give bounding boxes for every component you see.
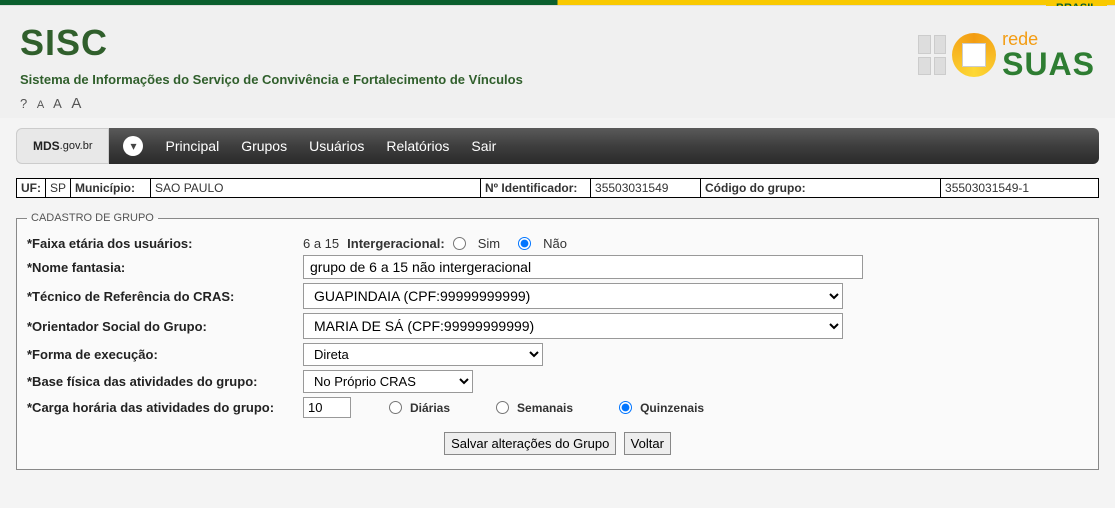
forma-execucao-label: *Forma de execução: — [27, 347, 295, 362]
nav-grupos[interactable]: Grupos — [241, 138, 287, 154]
intergeracional-sim-radio[interactable] — [453, 237, 466, 250]
freq-quinzenais-radio[interactable] — [619, 401, 632, 414]
brand-main: MDS — [33, 139, 60, 153]
font-size-controls: ? A A A — [20, 95, 1095, 112]
freq-semanais-label: Semanais — [517, 401, 573, 415]
intergeracional-label: Intergeracional: — [347, 236, 445, 251]
logo-ring-icon — [952, 33, 996, 77]
uf-label: UF: — [17, 179, 46, 198]
base-fisica-select[interactable]: No Próprio CRAS — [303, 370, 473, 393]
nome-fantasia-input[interactable] — [303, 255, 863, 279]
freq-semanais-radio[interactable] — [496, 401, 509, 414]
nav-relatorios[interactable]: Relatórios — [386, 138, 449, 154]
navbar: ▾ Principal Grupos Usuários Relatórios S… — [109, 128, 1099, 164]
uf-value: SP — [46, 179, 71, 198]
nao-label: Não — [543, 236, 567, 251]
freq-quinzenais-label: Quinzenais — [640, 401, 704, 415]
info-bar: UF: SP Município: SAO PAULO Nº Identific… — [16, 178, 1099, 198]
nav-sair[interactable]: Sair — [471, 138, 496, 154]
identificador-label: Nº Identificador: — [481, 179, 591, 198]
cadastro-grupo-fieldset: CADASTRO DE GRUPO *Faixa etária dos usuá… — [16, 212, 1099, 470]
tecnico-select[interactable]: GUAPINDAIA (CPF:99999999999) — [303, 283, 843, 309]
forma-execucao-select[interactable]: Direta — [303, 343, 543, 366]
help-icon[interactable]: ? — [20, 96, 27, 111]
carga-horaria-label: *Carga horária das atividades do grupo: — [27, 400, 295, 415]
font-medium-button[interactable]: A — [53, 96, 62, 111]
brand-tld: .gov.br — [60, 140, 93, 152]
brand-tab[interactable]: MDS.gov.br — [16, 128, 109, 164]
freq-diarias-label: Diárias — [410, 401, 450, 415]
identificador-value: 35503031549 — [591, 179, 701, 198]
nav-usuarios[interactable]: Usuários — [309, 138, 364, 154]
carga-horaria-input[interactable] — [303, 397, 351, 418]
orientador-label: *Orientador Social do Grupo: — [27, 319, 295, 334]
tecnico-label: *Técnico de Referência do CRAS: — [27, 289, 295, 304]
logo-text-suas: SUAS — [1002, 48, 1095, 80]
nome-fantasia-label: *Nome fantasia: — [27, 260, 295, 275]
content-area: UF: SP Município: SAO PAULO Nº Identific… — [0, 164, 1115, 484]
voltar-button[interactable]: Voltar — [624, 432, 671, 455]
nav-principal[interactable]: Principal — [165, 138, 219, 154]
codigo-grupo-value: 35503031549-1 — [941, 179, 1099, 198]
font-large-button[interactable]: A — [71, 95, 81, 112]
logo-rede-suas: rede SUAS — [918, 30, 1095, 80]
municipio-value: SAO PAULO — [151, 179, 481, 198]
page-header: SISC Sistema de Informações do Serviço d… — [0, 6, 1115, 118]
intergeracional-nao-radio[interactable] — [518, 237, 531, 250]
faixa-etaria-value: 6 a 15 — [303, 236, 339, 251]
chevron-down-icon[interactable]: ▾ — [123, 136, 143, 156]
faixa-etaria-label: *Faixa etária dos usuários: — [27, 236, 295, 251]
sim-label: Sim — [478, 236, 500, 251]
salvar-button[interactable]: Salvar alterações do Grupo — [444, 432, 616, 455]
orientador-select[interactable]: MARIA DE SÁ (CPF:99999999999) — [303, 313, 843, 339]
base-fisica-label: *Base física das atividades do grupo: — [27, 374, 295, 389]
fieldset-legend: CADASTRO DE GRUPO — [27, 212, 158, 224]
logo-grid-icon — [918, 35, 946, 75]
municipio-label: Município: — [71, 179, 151, 198]
codigo-grupo-label: Código do grupo: — [701, 179, 941, 198]
freq-diarias-radio[interactable] — [389, 401, 402, 414]
font-small-button[interactable]: A — [37, 99, 44, 111]
main-nav: MDS.gov.br ▾ Principal Grupos Usuários R… — [16, 128, 1099, 164]
